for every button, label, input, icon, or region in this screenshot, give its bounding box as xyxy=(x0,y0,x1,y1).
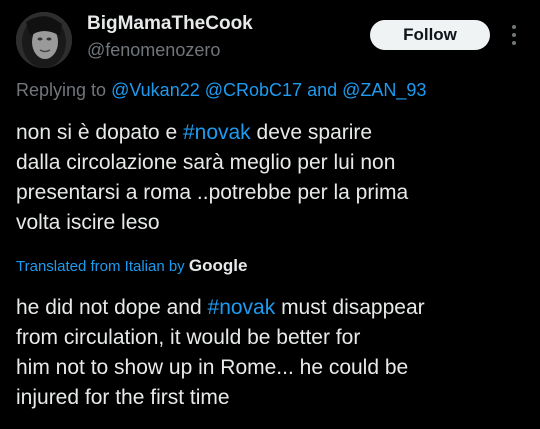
follow-button[interactable]: Follow xyxy=(370,20,490,50)
translation-attribution[interactable]: Translated from Italian by Google xyxy=(16,256,247,276)
replying-to: Replying to @Vukan22 @CRobC17 and @ZAN_9… xyxy=(16,80,426,101)
translation-text-segment: must disappear xyxy=(275,296,425,319)
translation-line: him not to show up in Rome... he could b… xyxy=(16,356,409,379)
translated-text: he did not dope and #novak must disappea… xyxy=(16,293,536,413)
mention-link[interactable]: @CRobC17 xyxy=(205,80,302,100)
tweet-line: presentarsi a roma ..potrebbe per la pri… xyxy=(16,181,409,204)
replying-conjunction: and xyxy=(307,80,338,100)
display-name[interactable]: BigMamaTheCook xyxy=(87,13,253,35)
tweet-line: volta iscire leso xyxy=(16,211,160,234)
translation-label: Translated from Italian by xyxy=(16,258,189,275)
avatar-image xyxy=(16,12,72,68)
tweet-line: dalla circolazione sarà meglio per lui n… xyxy=(16,151,396,174)
mention-link[interactable]: @Vukan22 xyxy=(111,80,200,100)
more-vertical-icon xyxy=(512,25,516,45)
avatar[interactable] xyxy=(16,12,72,68)
tweet-line: non si è dopato e #novak deve sparire xyxy=(16,118,531,148)
replying-prefix: Replying to xyxy=(16,80,112,100)
hashtag-link[interactable]: #novak xyxy=(183,121,251,144)
translation-line: he did not dope and #novak must disappea… xyxy=(16,293,536,323)
tweet-text: non si è dopato e #novak deve sparire da… xyxy=(16,118,531,238)
user-handle[interactable]: @fenomenozero xyxy=(87,40,220,61)
more-options-button[interactable] xyxy=(507,22,521,48)
tweet-text-segment: deve sparire xyxy=(250,121,373,144)
translation-text-segment: he did not dope and xyxy=(16,296,208,319)
translation-line: from circulation, it would be better for xyxy=(16,326,361,349)
tweet-text-segment: non si è dopato e xyxy=(16,121,183,144)
google-logo: Google xyxy=(188,256,248,275)
mention-link[interactable]: @ZAN_93 xyxy=(342,80,426,100)
translation-line: injured for the first time xyxy=(16,386,230,409)
hashtag-link[interactable]: #novak xyxy=(208,296,276,319)
